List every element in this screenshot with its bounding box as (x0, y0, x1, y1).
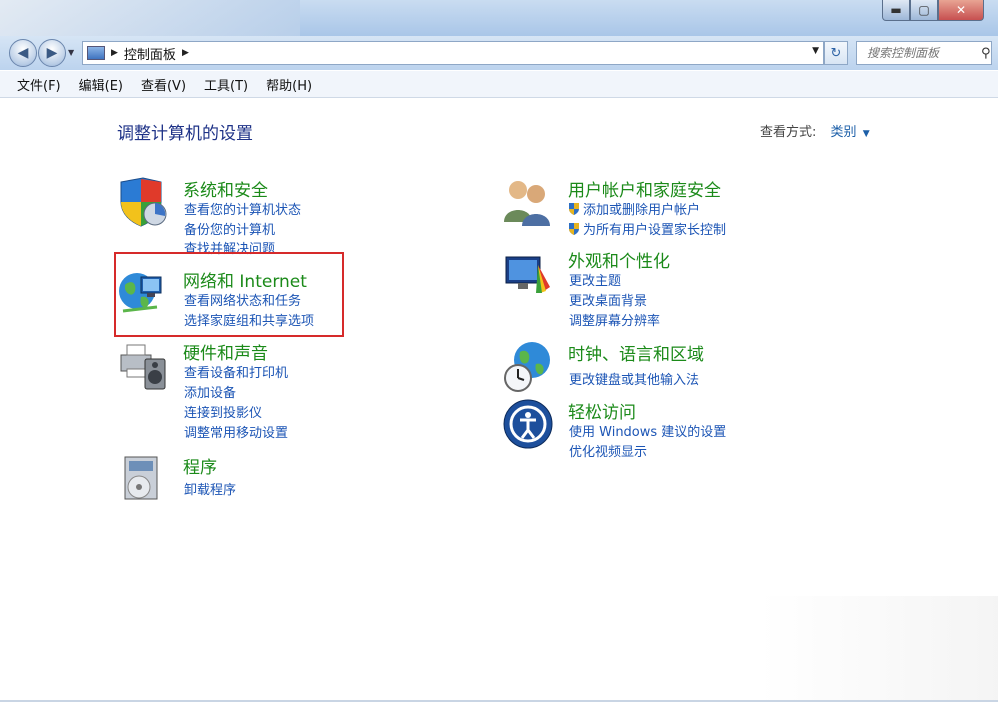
link-mobility-settings[interactable]: 调整常用移动设置 (184, 422, 288, 441)
address-bar[interactable]: ▶ 控制面板 ▶ ▼ (82, 41, 824, 65)
link-add-device[interactable]: 添加设备 (184, 382, 236, 401)
uac-shield-icon (569, 203, 579, 215)
link-add-remove-accounts[interactable]: 添加或删除用户帐户 (568, 199, 700, 218)
link-change-theme[interactable]: 更改主题 (569, 270, 621, 289)
menu-bar: 文件(F) 编辑(E) 查看(V) 工具(T) 帮助(H) (0, 71, 998, 98)
category-title[interactable]: 轻松访问 (568, 398, 636, 423)
category-title[interactable]: 硬件和声音 (183, 339, 268, 364)
navigation-bar: ◀ ▶ ▼ ▶ 控制面板 ▶ ▼ ↻ ⚲ (0, 36, 998, 70)
search-icon[interactable]: ⚲ (981, 46, 991, 61)
category-title[interactable]: 程序 (183, 453, 217, 478)
category-title[interactable]: 用户帐户和家庭安全 (568, 176, 721, 201)
link-text[interactable]: 添加或删除用户帐户 (583, 203, 700, 218)
link-text[interactable]: 为所有用户设置家长控制 (583, 223, 726, 238)
link-recommended-settings[interactable]: 使用 Windows 建议的设置 (569, 421, 726, 440)
watermark-area (760, 596, 998, 702)
menu-view[interactable]: 查看(V) (141, 75, 186, 94)
link-optimize-display[interactable]: 优化视频显示 (569, 441, 647, 460)
title-bar: ▬ ▢ ✕ (0, 0, 998, 36)
view-by-selector[interactable]: 类别 (831, 125, 857, 140)
search-box[interactable]: ⚲ (856, 41, 992, 65)
refresh-button[interactable]: ↻ (824, 41, 848, 65)
link-backup-computer[interactable]: 备份您的计算机 (184, 219, 275, 238)
window-controls: ▬ ▢ ✕ (882, 0, 984, 21)
link-connect-projector[interactable]: 连接到投影仪 (184, 402, 262, 421)
link-view-computer-status[interactable]: 查看您的计算机状态 (184, 199, 301, 218)
search-input[interactable] (865, 45, 977, 61)
close-button[interactable]: ✕ (938, 0, 984, 21)
category-title[interactable]: 外观和个性化 (568, 247, 670, 272)
maximize-button[interactable]: ▢ (910, 0, 938, 21)
users-icon[interactable] (502, 176, 554, 228)
view-by-label: 查看方式: (760, 125, 817, 140)
breadcrumb-control-panel[interactable]: 控制面板 (124, 44, 176, 63)
menu-edit[interactable]: 编辑(E) (79, 75, 123, 94)
link-change-input-method[interactable]: 更改键盘或其他输入法 (569, 369, 699, 388)
ease-of-access-icon[interactable] (502, 398, 554, 450)
link-screen-resolution[interactable]: 调整屏幕分辨率 (569, 310, 660, 329)
title-bar-background (0, 0, 300, 36)
view-by-dropdown-icon[interactable]: ▼ (863, 129, 870, 139)
highlight-box (114, 252, 344, 337)
breadcrumb-arrow-icon[interactable]: ▶ (182, 48, 189, 58)
back-button[interactable]: ◀ (9, 39, 37, 67)
menu-file[interactable]: 文件(F) (17, 75, 61, 94)
globe-clock-icon[interactable] (502, 340, 554, 392)
minimize-button[interactable]: ▬ (882, 0, 910, 21)
programs-icon[interactable] (117, 453, 169, 505)
menu-help[interactable]: 帮助(H) (266, 75, 312, 94)
link-desktop-background[interactable]: 更改桌面背景 (569, 290, 647, 309)
forward-button[interactable]: ▶ (38, 39, 66, 67)
breadcrumb-arrow-icon[interactable]: ▶ (111, 48, 118, 58)
address-dropdown-icon[interactable]: ▼ (812, 46, 819, 56)
uac-shield-icon (569, 223, 579, 235)
link-devices-printers[interactable]: 查看设备和打印机 (184, 362, 288, 381)
menu-tools[interactable]: 工具(T) (204, 75, 248, 94)
control-panel-icon (87, 46, 105, 60)
link-parental-controls[interactable]: 为所有用户设置家长控制 (568, 219, 726, 238)
appearance-icon[interactable] (502, 247, 554, 299)
printer-speaker-icon[interactable] (117, 339, 169, 391)
recent-pages-dropdown[interactable]: ▼ (68, 48, 74, 57)
category-title[interactable]: 时钟、语言和区域 (568, 340, 704, 365)
link-uninstall-program[interactable]: 卸载程序 (184, 479, 236, 498)
shield-icon[interactable] (117, 176, 169, 228)
view-by: 查看方式: 类别 ▼ (760, 121, 870, 140)
category-title[interactable]: 系统和安全 (183, 176, 268, 201)
page-title: 调整计算机的设置 (117, 124, 253, 144)
